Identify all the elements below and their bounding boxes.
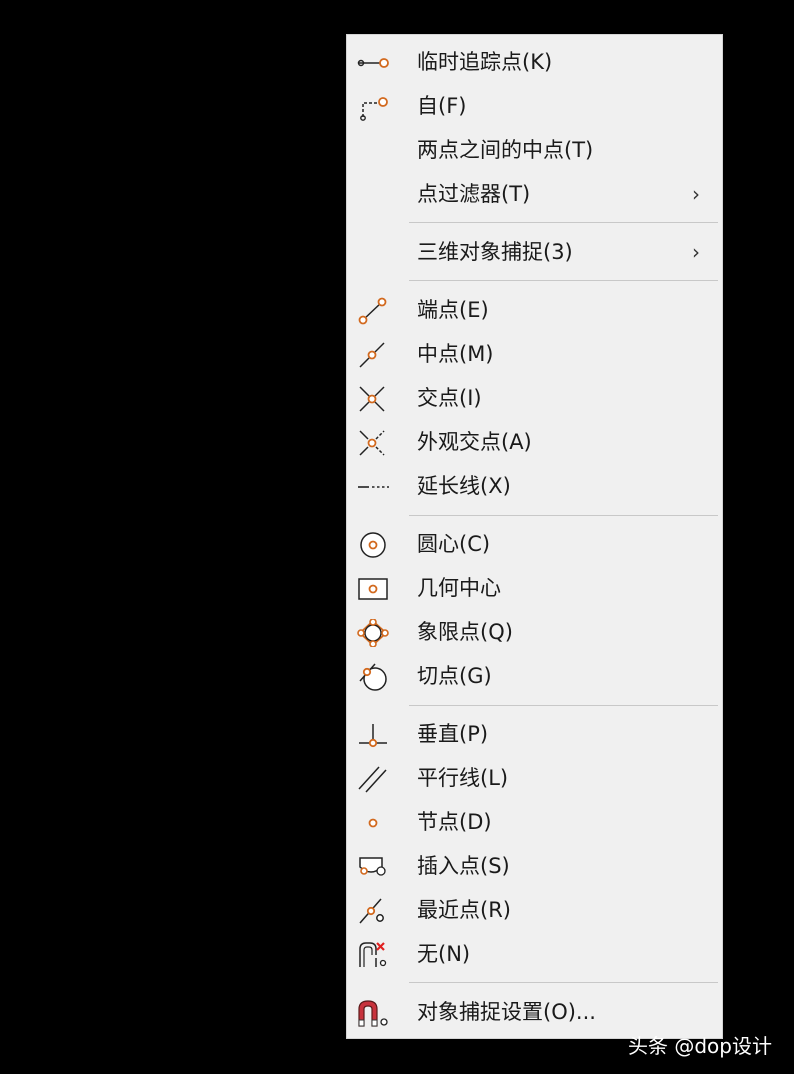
geometric-center-icon [355,575,391,603]
menu-item-geometric-center[interactable]: 几何中心 [347,566,722,610]
watermark-text: 头条 @dop设计 [628,1034,772,1058]
menu-item-label: 插入点(S) [417,854,510,878]
insertion-icon [355,853,391,881]
menu-item-perpendicular[interactable]: 垂直(P) [347,712,722,756]
menu-item-center[interactable]: 圆心(C) [347,522,722,566]
menu-item-label: 延长线(X) [417,474,511,498]
menu-item-midpoint[interactable]: 中点(M) [347,332,722,376]
from-icon [355,93,391,121]
menu-item-label: 自(F) [417,94,467,118]
submenu-arrow-icon: › [692,240,700,264]
osnap-settings-icon [355,999,391,1027]
menu-item-osnap-settings[interactable]: 对象捕捉设置(O)... [347,990,722,1034]
menu-item-label: 无(N) [417,942,471,966]
object-snap-context-menu: 临时追踪点(K) 自(F) 两点之间的中点(T) 点过滤器(T) › 三维对象捕… [346,34,723,1039]
tangent-icon [355,663,391,691]
menu-item-extension[interactable]: 延长线(X) [347,464,722,508]
menu-item-label: 几何中心 [417,576,501,600]
menu-item-node[interactable]: 节点(D) [347,800,722,844]
none-icon [355,941,391,969]
menu-item-parallel[interactable]: 平行线(L) [347,756,722,800]
menu-item-label: 平行线(L) [417,766,509,790]
parallel-icon [355,765,391,793]
menu-item-3d-object-snap[interactable]: 三维对象捕捉(3) › [347,230,722,274]
menu-item-label: 三维对象捕捉(3) [417,240,573,264]
menu-item-label: 垂直(P) [417,722,489,746]
quadrant-icon [355,619,391,647]
menu-item-temporary-track-point[interactable]: 临时追踪点(K) [347,40,722,84]
menu-item-label: 象限点(Q) [417,620,513,644]
menu-item-label: 最近点(R) [417,898,511,922]
menu-item-from[interactable]: 自(F) [347,84,722,128]
menu-item-label: 点过滤器(T) [417,182,531,206]
menu-item-nearest[interactable]: 最近点(R) [347,888,722,932]
intersection-icon [355,385,391,413]
menu-separator [409,705,718,706]
menu-item-insertion[interactable]: 插入点(S) [347,844,722,888]
menu-item-label: 中点(M) [417,342,494,366]
menu-item-label: 圆心(C) [417,532,491,556]
node-icon [355,809,391,837]
extension-icon [355,473,391,501]
nearest-icon [355,897,391,925]
menu-item-label: 临时追踪点(K) [417,50,553,74]
perpendicular-icon [355,721,391,749]
menu-item-point-filters[interactable]: 点过滤器(T) › [347,172,722,216]
menu-item-label: 对象捕捉设置(O)... [417,1000,596,1024]
menu-item-label: 切点(G) [417,664,492,688]
menu-separator [409,222,718,223]
menu-item-label: 端点(E) [417,298,489,322]
menu-item-apparent-intersection[interactable]: 外观交点(A) [347,420,722,464]
menu-item-endpoint[interactable]: 端点(E) [347,288,722,332]
submenu-arrow-icon: › [692,182,700,206]
center-icon [355,531,391,559]
temporary-track-point-icon [355,49,391,77]
menu-separator [409,515,718,516]
menu-separator [409,982,718,983]
menu-separator [409,280,718,281]
menu-item-intersection[interactable]: 交点(I) [347,376,722,420]
menu-item-label: 交点(I) [417,386,482,410]
menu-item-label: 节点(D) [417,810,492,834]
menu-item-quadrant[interactable]: 象限点(Q) [347,610,722,654]
menu-item-label: 外观交点(A) [417,430,532,454]
endpoint-icon [355,297,391,325]
apparent-intersection-icon [355,429,391,457]
menu-item-midpoint-between-two-points[interactable]: 两点之间的中点(T) [347,128,722,172]
menu-item-none[interactable]: 无(N) [347,932,722,976]
menu-item-tangent[interactable]: 切点(G) [347,654,722,698]
midpoint-icon [355,341,391,369]
menu-item-label: 两点之间的中点(T) [417,138,594,162]
